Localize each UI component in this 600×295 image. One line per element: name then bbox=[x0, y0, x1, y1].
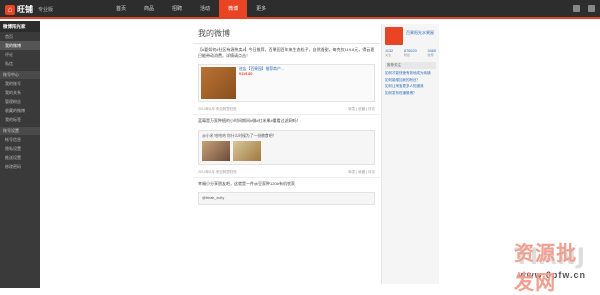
stat-fans-label: 粉丝 bbox=[404, 53, 411, 57]
nav-activity[interactable]: 活动 bbox=[191, 0, 219, 19]
post-actions[interactable]: 转发 | 收藏 | 评论 bbox=[348, 107, 375, 112]
sidebar-item-favorites[interactable]: 收藏的微博 bbox=[0, 106, 40, 115]
post-time: 2010年6月 来自阿里旺旺 bbox=[198, 169, 237, 174]
stat-posts[interactable]: 3469 微博 bbox=[428, 49, 436, 57]
stat-posts-label: 微博 bbox=[427, 53, 434, 57]
sidebar-item-relations[interactable]: 我的关系 bbox=[0, 88, 40, 97]
sidebar-item-my-weibo[interactable]: 我的微博 bbox=[0, 41, 40, 50]
sidebar-section-account: 账号中心 bbox=[0, 71, 40, 79]
sidebar-item-password[interactable]: 修改密码 bbox=[0, 162, 40, 171]
sidebar-item-messages[interactable]: 私信 bbox=[0, 59, 40, 68]
side-link[interactable]: 如何能增加我的粉丝？ bbox=[385, 78, 436, 83]
sidebar-item-comments[interactable]: 评论 bbox=[0, 50, 40, 59]
product-card[interactable]: 进店【百果园】推荐商户... ¥119.80 bbox=[198, 64, 375, 102]
feed: 我的微博 【#要如何#社区有源热卖#】今日推荐，百果园百年来生态松子，自然香甜，… bbox=[193, 24, 380, 288]
sidebar-item-push[interactable]: 推送设置 bbox=[0, 153, 40, 162]
nav-weibo[interactable]: 微博 bbox=[219, 0, 248, 19]
sidebar-item-info[interactable]: 帐号信息 bbox=[0, 135, 40, 144]
top-bar: ⌂ 旺铺 专业版 首页 商品 招聘 活动 微博 更多 bbox=[0, 0, 600, 19]
post-text: 蓝莓是万家种植的小时间期间#微#红米果#重看过滤网吗！ bbox=[198, 118, 301, 123]
post-meta: 2010年6月 来自阿里旺旺 转发 | 收藏 | 评论 bbox=[193, 105, 380, 115]
sidebar-item-fans[interactable]: 管理粉丝 bbox=[0, 97, 40, 106]
stat-following[interactable]: 1132 关注 bbox=[385, 49, 393, 57]
product-info: 进店【百果园】推荐商户... ¥119.80 bbox=[239, 67, 284, 99]
nav-products[interactable]: 商品 bbox=[135, 0, 163, 19]
profile-name[interactable]: 百果阳光水果屋 bbox=[406, 30, 434, 36]
stat-fans[interactable]: 876520 粉丝 bbox=[404, 49, 417, 57]
sidebar: 微博阳光家 首页 我的微博 评论 私信 账号中心 我的账号 我的关系 管理粉丝 … bbox=[0, 21, 40, 288]
product-image[interactable] bbox=[201, 67, 236, 99]
logo-icon: ⌂ bbox=[5, 4, 15, 15]
main-nav: 首页 商品 招聘 活动 微博 更多 bbox=[107, 0, 275, 19]
sidebar-item-home[interactable]: 首页 bbox=[0, 32, 40, 41]
post-actions[interactable]: 转发 | 收藏 | 评论 bbox=[348, 170, 375, 175]
post-time: 2010年6月 来自阿里旺旺 bbox=[198, 107, 237, 111]
sidebar-item-privacy[interactable]: 隐私设置 bbox=[0, 144, 40, 153]
page-title: 我的微博 bbox=[193, 24, 380, 44]
side-section-title: 推荐关注 bbox=[385, 62, 436, 69]
sidebar-title: 微博阳光家 bbox=[0, 21, 40, 32]
edition-label: 专业版 bbox=[38, 7, 54, 13]
profile-panel: 百果阳光水果屋 1132 关注 876520 粉丝 3469 微博 推荐关注 如何才能… bbox=[381, 24, 439, 284]
nav-home[interactable]: 首页 bbox=[107, 0, 135, 19]
thumbnails bbox=[202, 140, 371, 161]
nav-more[interactable]: 更多 bbox=[247, 0, 275, 19]
sidebar-section-settings: 账号设置 bbox=[0, 127, 40, 135]
post-text: 幸福小分享朋友吧，这就是一件@豆家种120#有机农家 bbox=[198, 180, 295, 186]
product-price: ¥119.80 bbox=[239, 72, 253, 76]
thumbnail-image[interactable] bbox=[233, 140, 261, 161]
top-right bbox=[573, 5, 595, 12]
logo-text: 旺铺 bbox=[17, 5, 33, 14]
side-link[interactable]: 如何发布旺铺微博？ bbox=[385, 91, 436, 96]
quote-text: @freak_xulty bbox=[202, 196, 225, 200]
profile-stats: 1132 关注 876520 粉丝 3469 微博 bbox=[385, 49, 436, 57]
quoted-post[interactable]: @freak_xulty bbox=[198, 192, 375, 205]
stat-following-label: 关注 bbox=[385, 53, 392, 57]
settings-icon[interactable] bbox=[588, 5, 595, 12]
message-icon[interactable] bbox=[573, 5, 580, 12]
logo[interactable]: ⌂ 旺铺 专业版 bbox=[5, 4, 53, 15]
sidebar-item-account[interactable]: 我的账号 bbox=[0, 79, 40, 88]
quoted-post[interactable]: @小米 哈哈哈 你什么时候为了一份粮食吧！ bbox=[198, 129, 375, 165]
post-meta: 2010年6月 来自阿里旺旺 转发 | 收藏 | 评论 bbox=[193, 168, 380, 178]
thumbnail-image[interactable] bbox=[202, 140, 230, 161]
post-text: 【#要如何#社区有源热卖#】今日推荐，百果园百年来生态松子，自然香甜，每克仅11… bbox=[198, 47, 375, 58]
sidebar-item-tags[interactable]: 我的标签 bbox=[0, 115, 40, 124]
side-link[interactable]: 如何让淘宝更多人知道我 bbox=[385, 84, 436, 89]
nav-jobs[interactable]: 招聘 bbox=[163, 0, 191, 19]
avatar[interactable] bbox=[385, 27, 403, 45]
side-link[interactable]: 如何才能快速有效地成为商铺 bbox=[385, 71, 436, 76]
watermark: TIANJ 资源批发网 www.6pfw.cn bbox=[514, 243, 586, 294]
quote-text: @小米 哈哈哈 你什么时候为了一份粮食吧！ bbox=[202, 133, 277, 138]
watermark-cn: 资源批发网 bbox=[514, 243, 578, 294]
